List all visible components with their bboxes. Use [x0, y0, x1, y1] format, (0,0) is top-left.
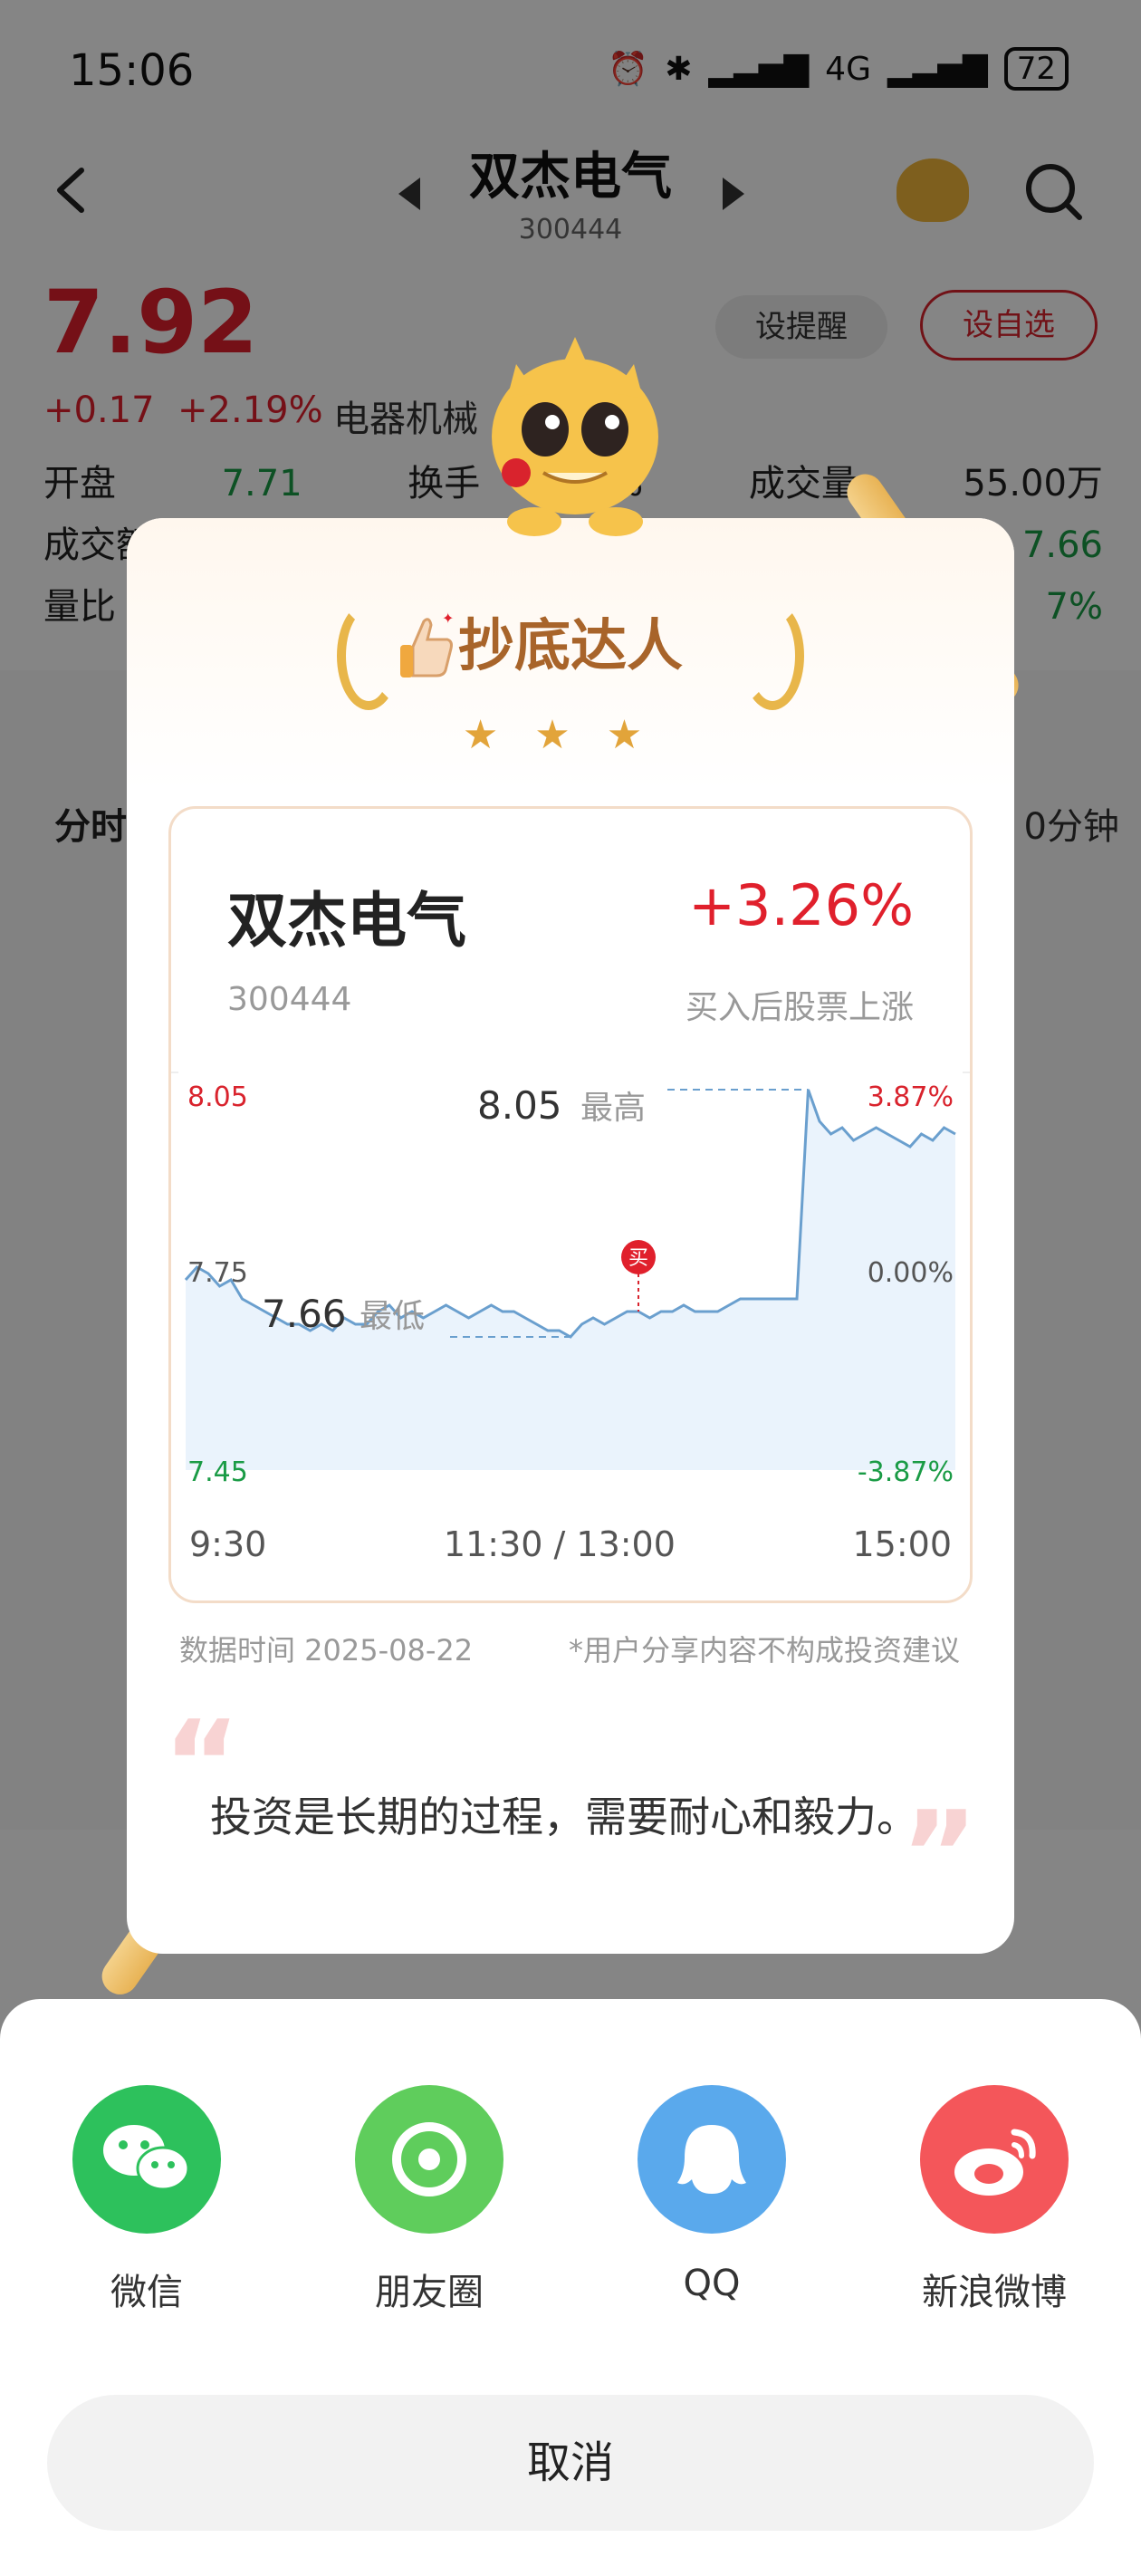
- intraday-line-chart: 8.05 7.75 7.45 3.87% 0.00% -3.87% 8.05 最…: [178, 1072, 963, 1488]
- x-tick: 15:00: [852, 1524, 952, 1564]
- share-card: ✦ 抄底达人 ★★★ 双杰电气 +3.26% 300444 买入后股票上涨 8.…: [127, 518, 1014, 1954]
- share-label: 微信: [110, 2272, 183, 2313]
- share-label: 新浪微博: [922, 2272, 1067, 2313]
- y-tick-bottom: 7.45: [187, 1456, 248, 1488]
- rating-stars: ★★★: [127, 712, 1014, 758]
- stock-change-percent: +3.26%: [688, 872, 914, 938]
- low-value-label: 7.66: [262, 1292, 347, 1336]
- pct-tick-mid: 0.00%: [868, 1257, 954, 1289]
- stock-note: 买入后股票上涨: [685, 989, 914, 1026]
- disclaimer: *用户分享内容不构成投资建议: [568, 1633, 960, 1668]
- award-title: 抄底达人: [457, 612, 683, 678]
- pct-tick-top: 3.87%: [868, 1081, 954, 1113]
- low-text-label: 最低: [360, 1298, 425, 1335]
- star-icon: ★: [462, 712, 535, 758]
- share-qq-button[interactable]: QQ: [621, 2085, 802, 2304]
- x-axis-labels: 9:30 11:30 / 13:00 15:00: [189, 1524, 952, 1564]
- x-tick: 9:30: [189, 1524, 267, 1564]
- share-wechat-button[interactable]: 微信: [56, 2085, 237, 2315]
- stock-name: 双杰电气: [227, 886, 466, 956]
- cancel-button[interactable]: 取消: [47, 2395, 1094, 2531]
- star-icon: ★: [606, 712, 679, 758]
- share-moments-button[interactable]: 朋友圈: [339, 2085, 520, 2315]
- buy-marker-label: 买: [628, 1247, 648, 1270]
- star-icon: ★: [534, 712, 607, 758]
- share-label: QQ: [683, 2263, 741, 2304]
- high-value-label: 8.05: [477, 1083, 562, 1128]
- mascot-icon: [492, 337, 658, 536]
- weibo-icon[interactable]: [920, 2085, 1069, 2234]
- data-date: 数据时间 2025-08-22: [179, 1633, 474, 1668]
- stock-code: 300444: [227, 981, 352, 1018]
- y-tick-top: 8.05: [187, 1081, 248, 1113]
- pct-tick-bottom: -3.87%: [858, 1456, 954, 1488]
- moments-icon[interactable]: [355, 2085, 503, 2234]
- qq-icon[interactable]: [638, 2085, 786, 2234]
- share-label: 朋友圈: [375, 2272, 484, 2313]
- x-tick: 11:30 / 13:00: [443, 1524, 676, 1564]
- quote-text: 投资是长期的过程，需要耐心和毅力。: [210, 1793, 918, 1841]
- share-weibo-button[interactable]: 新浪微博: [904, 2085, 1085, 2315]
- y-tick-mid: 7.75: [187, 1257, 248, 1289]
- high-text-label: 最高: [580, 1090, 646, 1127]
- share-sheet: 微信 朋友圈 QQ 新浪微博 取消: [0, 1999, 1141, 2576]
- wechat-icon[interactable]: [72, 2085, 221, 2234]
- stock-summary-box: 双杰电气 +3.26% 300444 买入后股票上涨 8.05 7.75 7.4…: [168, 806, 973, 1603]
